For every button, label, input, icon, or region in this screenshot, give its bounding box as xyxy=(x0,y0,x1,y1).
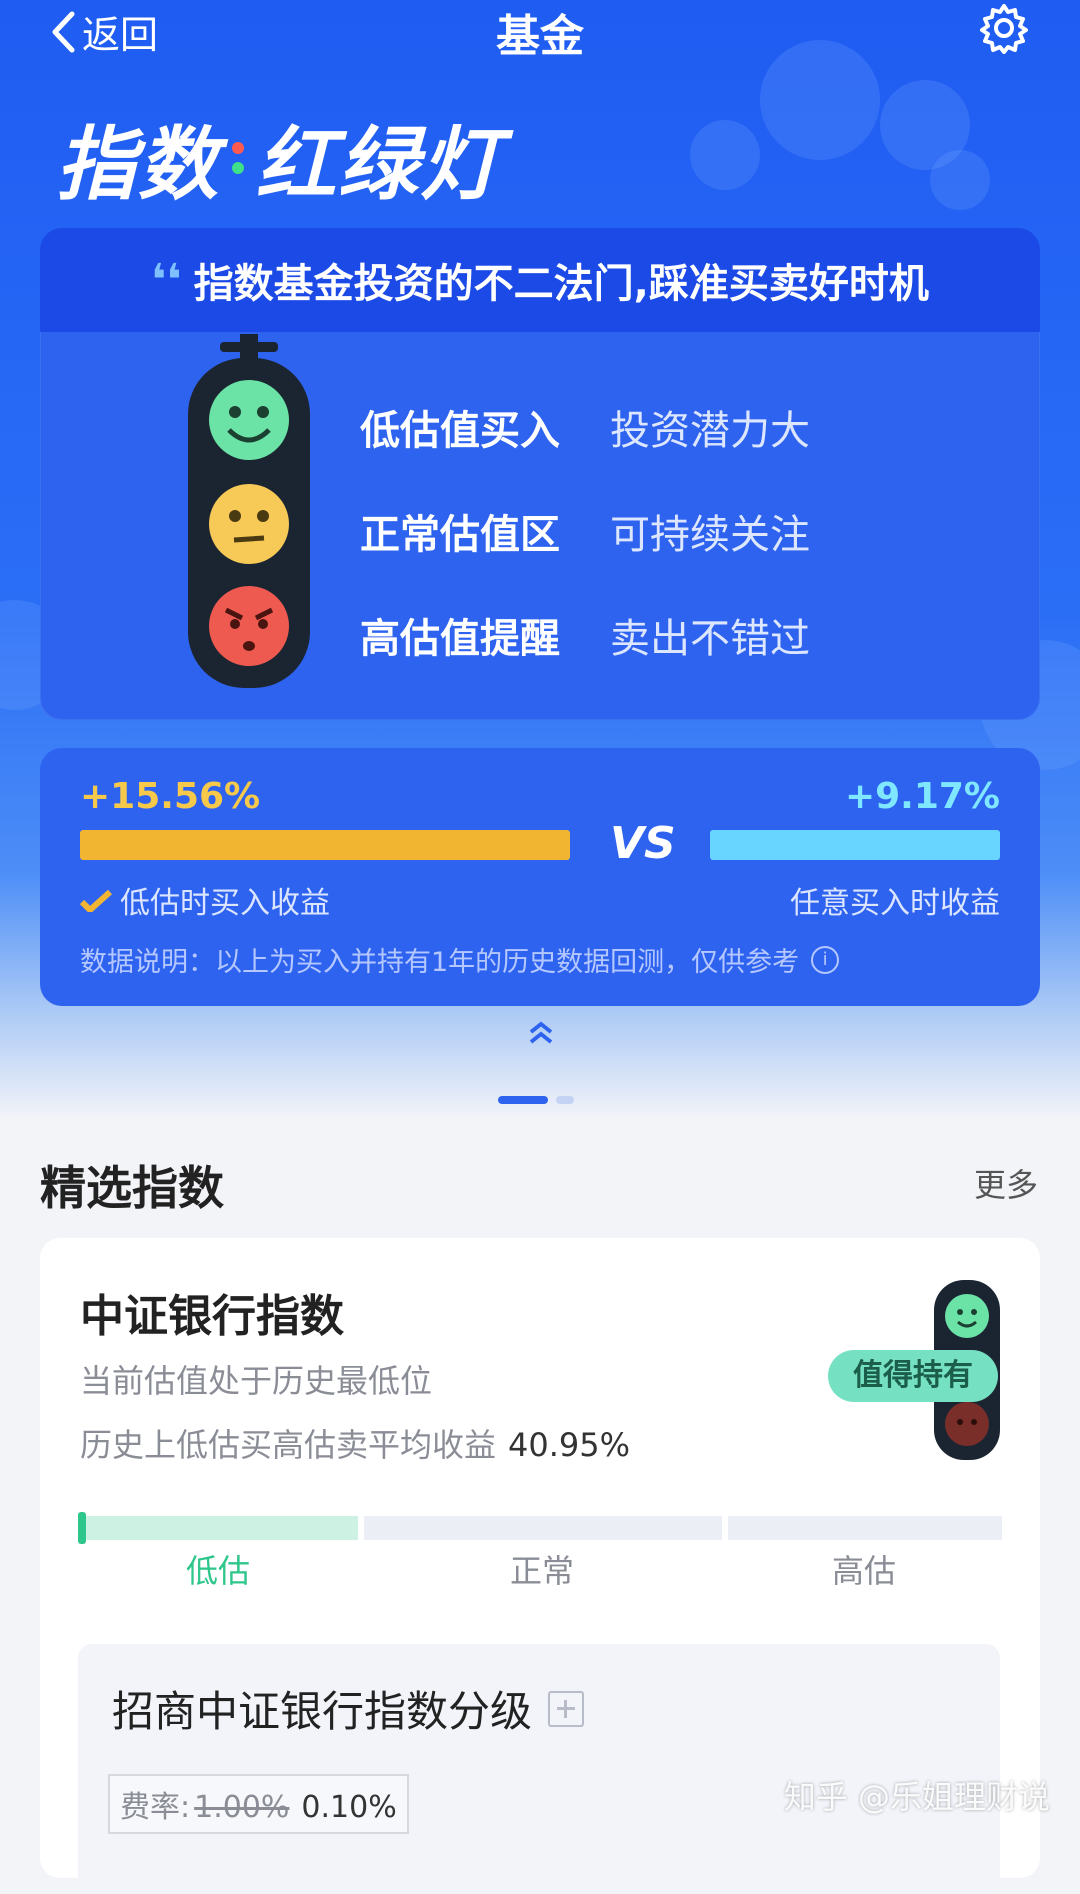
low-buy-return-caption: 低估时买入收益 xyxy=(80,878,330,922)
top-bar: 返回 基金 xyxy=(0,0,1080,62)
any-buy-return-label: 任意买入时收益 xyxy=(790,886,1000,921)
logo-text-right: 红绿灯 xyxy=(256,118,502,211)
valuation-segment-normal xyxy=(364,1516,722,1540)
fee-discounted: 0.10% xyxy=(301,1790,397,1825)
fee-label: 费率: xyxy=(120,1790,191,1825)
index-return-value: 40.95% xyxy=(508,1426,631,1464)
low-buy-return-label: 低估时买入收益 xyxy=(120,886,330,921)
index-average-return: 历史上低估买高估卖平均收益 40.95% xyxy=(80,1420,630,1466)
return-comparison-card: +15.56% +9.17% VS 低估时买入收益 任意买入时收益 数据说明：以… xyxy=(40,748,1040,1006)
index-name: 中证银行指数 xyxy=(80,1291,344,1342)
page-title: 基金 xyxy=(496,11,584,62)
logo-text-left: 指数 xyxy=(56,118,220,211)
hold-recommendation-badge[interactable]: 值得持有 xyxy=(828,1350,998,1402)
intro-card: ❛❛ 指数基金投资的不二法门,踩准买卖好时机 低估值买入 投资潜力大 正常估值区… xyxy=(40,228,1040,720)
feature-logo: 指数 红绿灯 xyxy=(56,100,502,216)
info-icon[interactable]: i xyxy=(811,945,840,974)
valuation-desc: 卖出不错过 xyxy=(610,616,810,662)
index-return-label: 历史上低估买高估卖平均收益 xyxy=(80,1426,497,1464)
chevron-up-icon[interactable] xyxy=(526,1018,556,1048)
section-title: 精选指数 xyxy=(40,1161,224,1215)
hero-banner: 返回 基金 指数 红绿灯 ❛❛ 指数基金投资的不二法门,踩准买卖好时机 低估值买… xyxy=(0,0,1080,1120)
data-note: 数据说明：以上为买入并持有1年的历史数据回测，仅供参考 i xyxy=(80,940,840,979)
fund-name: 招商中证银行指数分级 xyxy=(112,1687,533,1736)
valuation-segment-high xyxy=(728,1516,1002,1540)
traffic-light-icon xyxy=(188,334,310,688)
valuation-label: 高估值提醒 xyxy=(360,616,560,662)
segment-label-high: 高估 xyxy=(832,1552,897,1590)
page-indicator xyxy=(498,1096,574,1104)
data-note-text: 数据说明：以上为买入并持有1年的历史数据回测，仅供参考 xyxy=(80,947,800,978)
slogan-bar: ❛❛ 指数基金投资的不二法门,踩准买卖好时机 xyxy=(40,228,1040,332)
watermark: 知乎 @乐姐理财说 xyxy=(783,1778,1050,1816)
valuation-desc: 投资潜力大 xyxy=(610,408,810,454)
segment-label-normal: 正常 xyxy=(510,1552,575,1590)
any-buy-return-value: +9.17% xyxy=(844,776,1000,817)
slogan-text: 指数基金投资的不二法门,踩准买卖好时机 xyxy=(193,261,929,307)
valuation-desc: 可持续关注 xyxy=(610,512,810,558)
valuation-label: 低估值买入 xyxy=(360,408,560,454)
fee-original: 1.00% xyxy=(194,1790,290,1825)
segment-label-low: 低估 xyxy=(186,1552,251,1590)
gear-icon xyxy=(980,4,1028,54)
vs-label: VS xyxy=(610,818,676,869)
valuation-segment-low xyxy=(80,1516,358,1540)
low-buy-return-bar xyxy=(80,830,570,860)
quote-icon: ❛❛ xyxy=(151,254,182,306)
any-buy-return-bar xyxy=(710,830,1000,860)
fee-badge: 费率: 1.00% 0.10% xyxy=(108,1774,409,1834)
fund-name-row: 招商中证银行指数分级 xyxy=(112,1678,585,1739)
page-dot-active xyxy=(498,1096,548,1104)
index-valuation-status: 当前估值处于历史最低位 xyxy=(80,1362,433,1400)
logo-dots xyxy=(232,142,244,174)
more-link[interactable]: 更多 xyxy=(974,1160,1038,1206)
current-valuation-marker xyxy=(78,1512,86,1544)
add-icon[interactable] xyxy=(548,1690,585,1727)
page-dot xyxy=(556,1096,574,1104)
low-buy-return-value: +15.56% xyxy=(80,776,261,817)
check-mark-icon xyxy=(80,889,112,912)
valuation-label: 正常估值区 xyxy=(360,512,560,558)
fund-item[interactable]: 招商中证银行指数分级 费率: 1.00% 0.10% xyxy=(78,1644,1000,1894)
settings-button[interactable] xyxy=(978,2,1030,58)
